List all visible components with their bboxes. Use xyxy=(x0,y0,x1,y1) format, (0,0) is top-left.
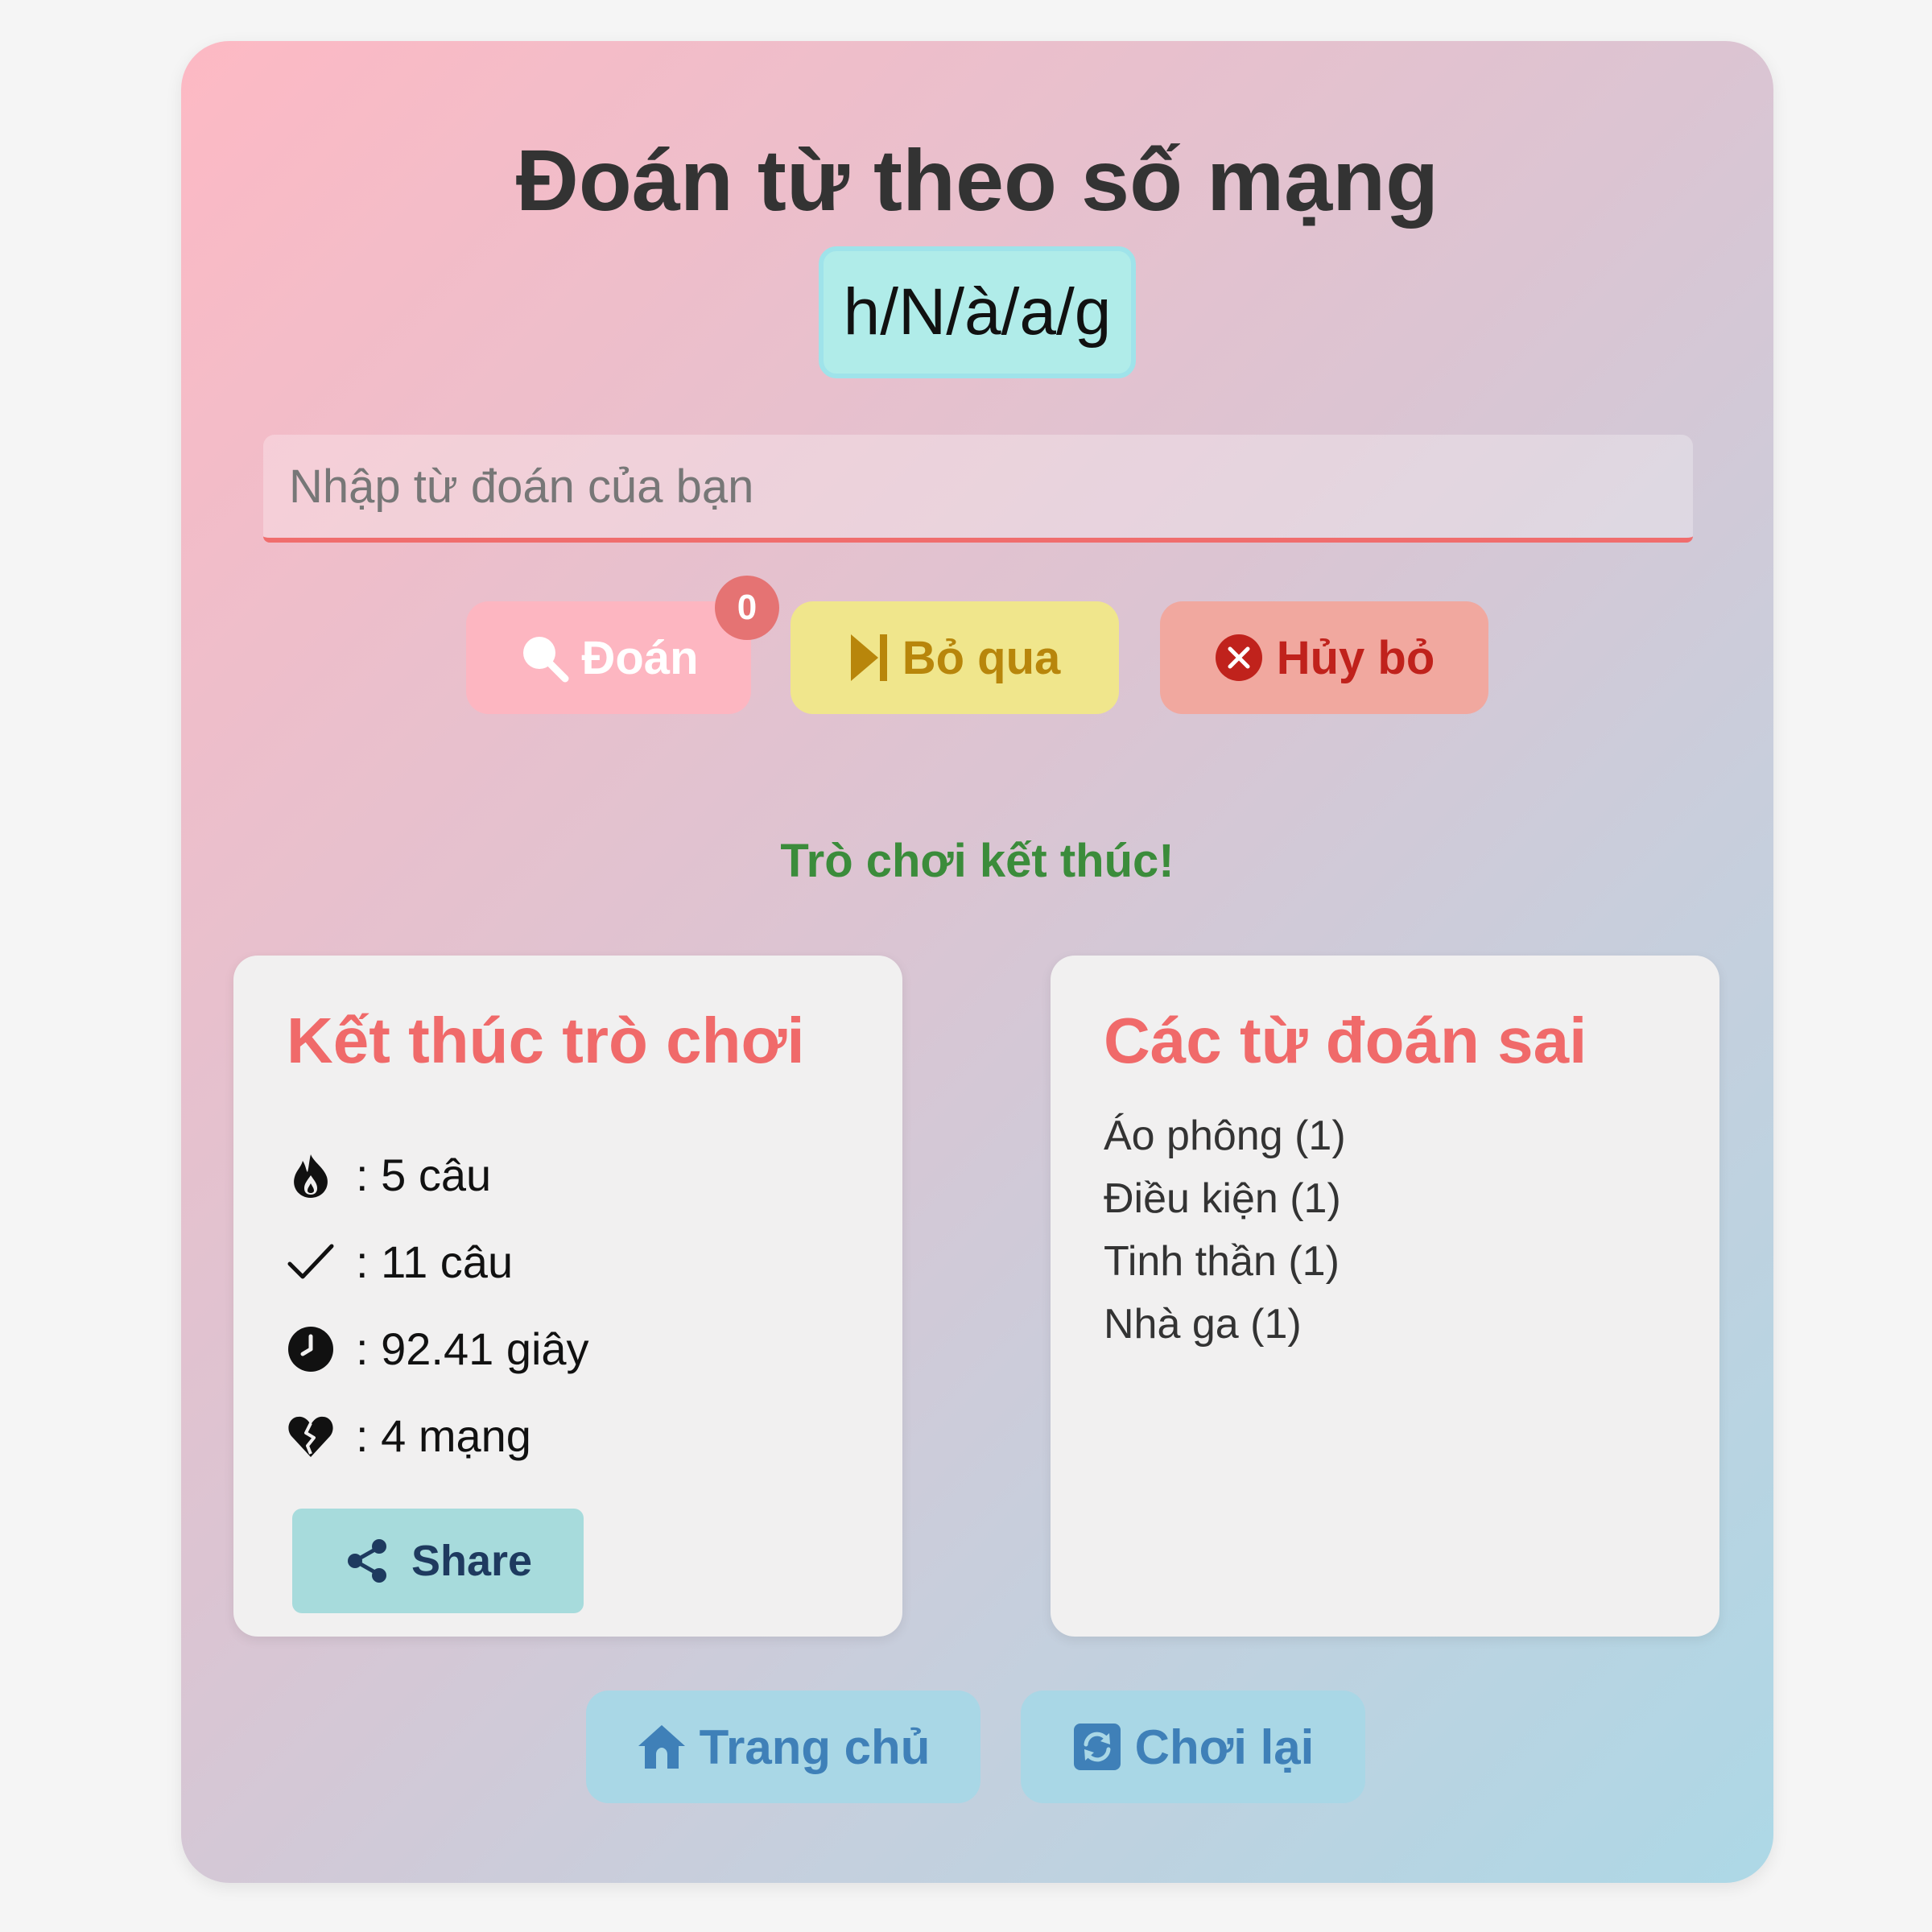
game-card: Đoán từ theo số mạng h/N/à/a/g Đoán 0 Bỏ… xyxy=(181,41,1773,1883)
search-icon xyxy=(519,633,569,683)
broken-heart-icon xyxy=(287,1412,356,1460)
skip-button-label: Bỏ qua xyxy=(902,631,1061,684)
skip-button[interactable]: Bỏ qua xyxy=(791,601,1119,714)
scrambled-word: h/N/à/a/g xyxy=(819,246,1136,378)
stat-streak: : 5 câu xyxy=(287,1149,491,1201)
check-icon xyxy=(287,1238,356,1286)
list-item: Tinh thần (1) xyxy=(1104,1238,1340,1285)
result-panel: Kết thúc trò chơi : 5 câu : 11 câu: 92.… xyxy=(233,956,902,1637)
share-button-label: Share xyxy=(411,1537,533,1585)
stat-lives-text: : 4 mạng xyxy=(356,1410,531,1461)
wrong-guesses-panel: Các từ đoán sai Áo phông (1) Điều kiện (… xyxy=(1051,956,1719,1637)
stat-correct-text: : 11 câu xyxy=(356,1236,514,1287)
game-status: Trò chơi kết thúc! xyxy=(780,835,1174,887)
list-item: Nhà ga (1) xyxy=(1104,1301,1302,1348)
result-heading: Kết thúc trò chơi xyxy=(287,1005,805,1076)
stat-time-text: : 92.41 giây xyxy=(356,1323,589,1374)
replay-button[interactable]: Chơi lại xyxy=(1021,1690,1365,1803)
list-item: Điều kiện (1) xyxy=(1104,1175,1341,1222)
wrong-guesses-heading: Các từ đoán sai xyxy=(1104,1005,1587,1076)
replay-button-label: Chơi lại xyxy=(1134,1719,1315,1774)
list-item: Áo phông (1) xyxy=(1104,1113,1346,1159)
home-button[interactable]: Trang chủ xyxy=(586,1690,980,1803)
stat-correct: : 11 câu xyxy=(287,1236,513,1288)
clock-icon xyxy=(287,1325,356,1373)
cancel-button[interactable]: Hủy bỏ xyxy=(1160,601,1488,714)
page-title: Đoán từ theo số mạng xyxy=(515,131,1439,229)
skip-forward-icon xyxy=(849,633,890,683)
refresh-icon xyxy=(1072,1722,1122,1772)
share-icon xyxy=(344,1538,390,1584)
wrong-guesses-list: Áo phông (1) Điều kiện (1) Tinh thần (1)… xyxy=(1104,1104,1346,1356)
guess-input[interactable] xyxy=(263,435,1693,543)
home-icon xyxy=(637,1722,687,1772)
close-circle-icon xyxy=(1214,633,1264,683)
guess-button-label: Đoán xyxy=(581,631,699,684)
guess-count-badge: 0 xyxy=(715,576,779,640)
stat-streak-text: : 5 câu xyxy=(356,1150,492,1200)
stat-lives: : 4 mạng xyxy=(287,1410,531,1462)
cancel-button-label: Hủy bỏ xyxy=(1276,631,1435,684)
fire-icon xyxy=(287,1151,356,1199)
share-button[interactable]: Share xyxy=(292,1509,584,1613)
stat-time: : 92.41 giây xyxy=(287,1323,589,1375)
guess-button[interactable]: Đoán xyxy=(466,601,751,714)
home-button-label: Trang chủ xyxy=(699,1719,931,1774)
